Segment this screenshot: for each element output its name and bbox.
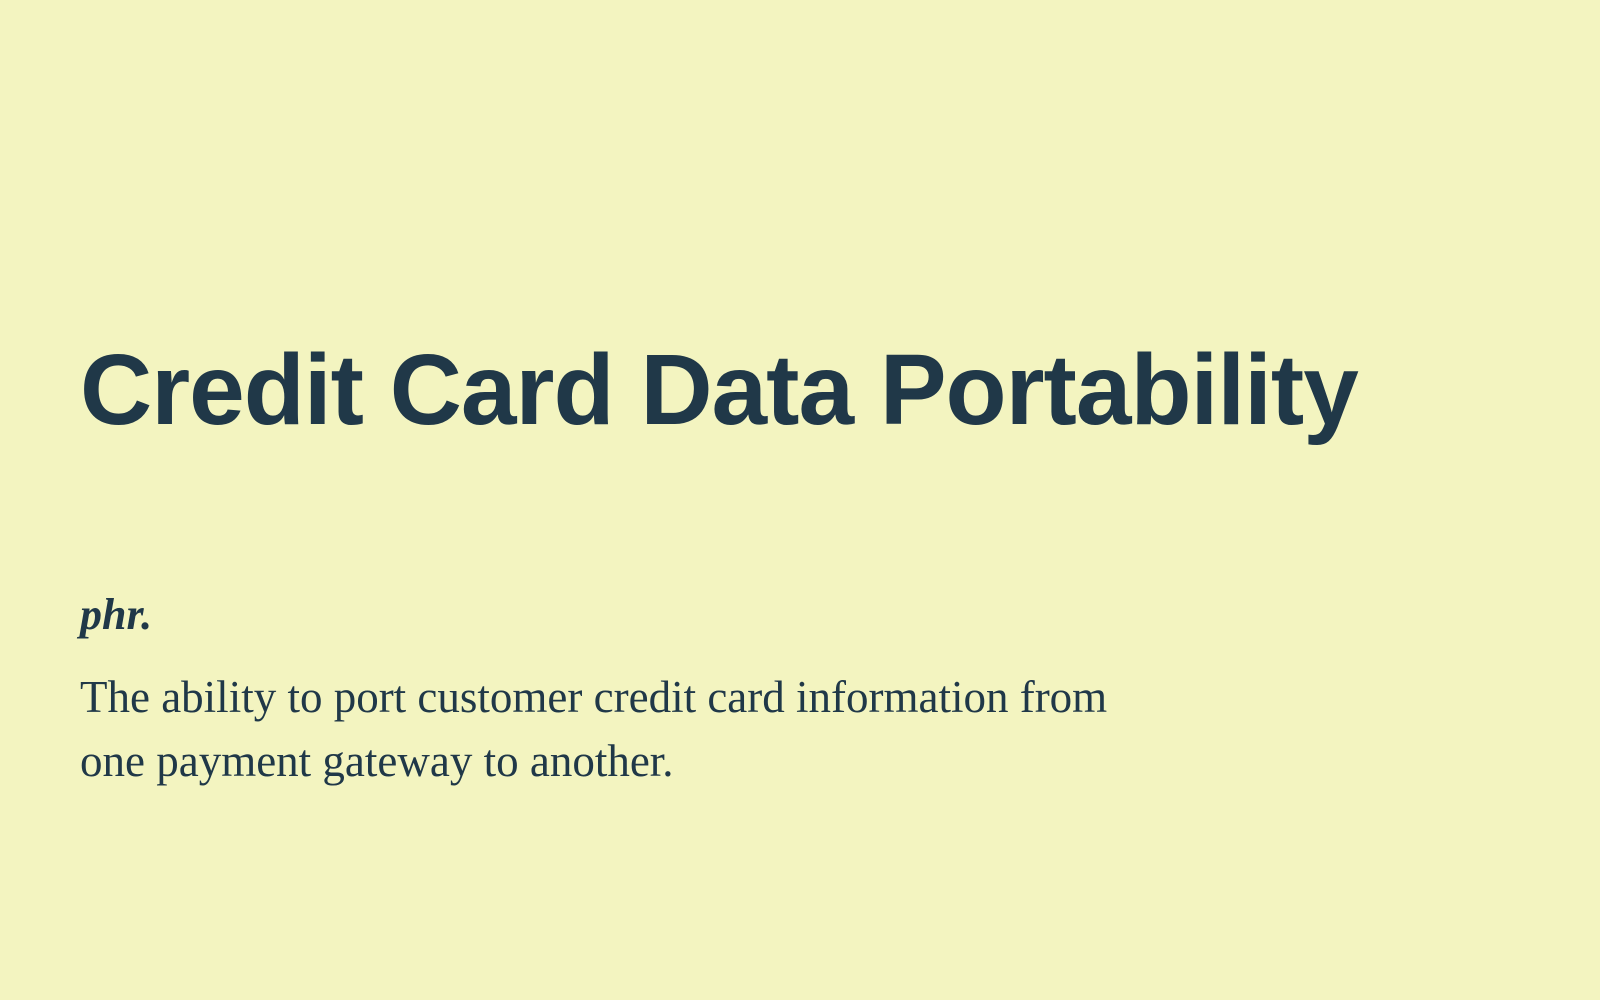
part-of-speech: phr. <box>80 590 153 639</box>
term-title: Credit Card Data Portability <box>80 334 1359 446</box>
definition-text: The ability to port customer credit card… <box>80 672 1108 786</box>
definition-slide: Credit Card Data Portability phr. The ab… <box>80 0 1520 1000</box>
